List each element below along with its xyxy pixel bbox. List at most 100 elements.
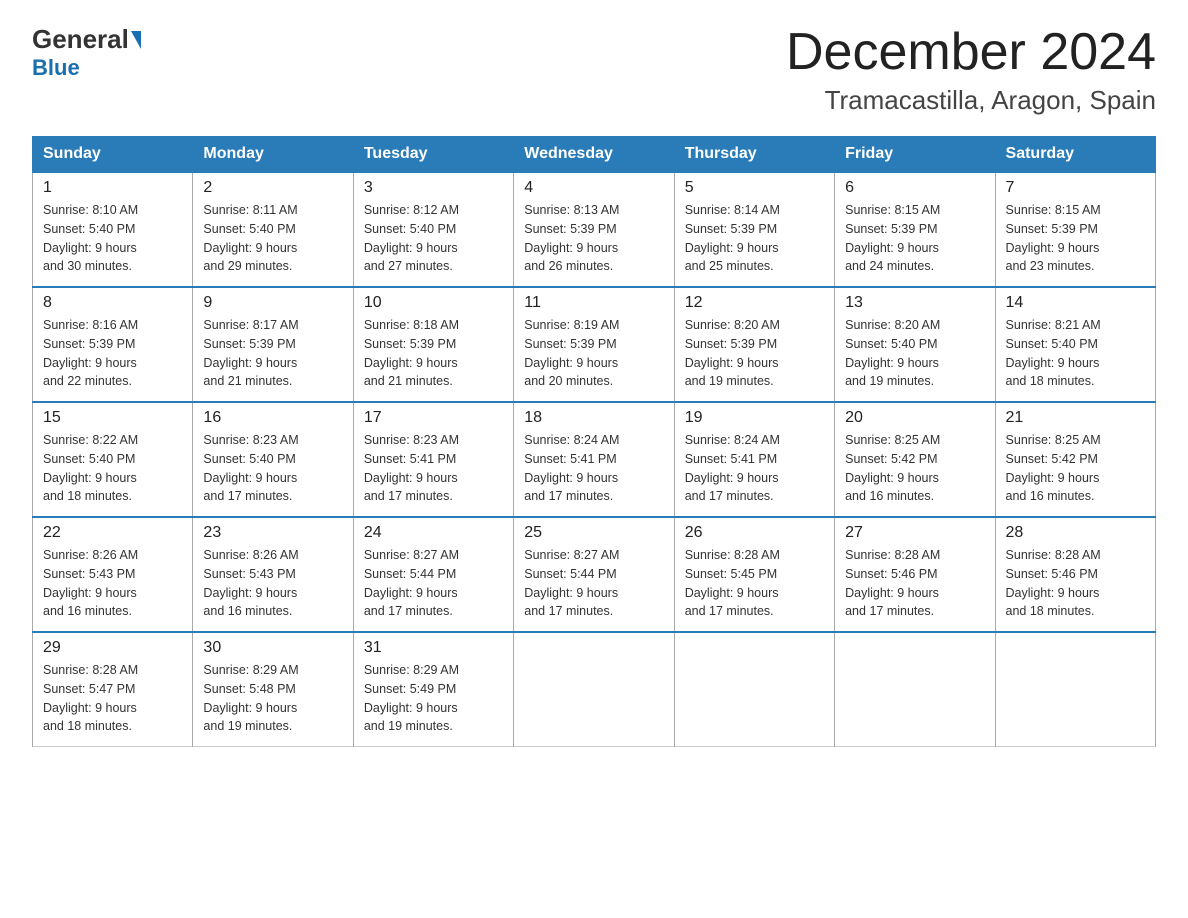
calendar-cell: 13 Sunrise: 8:20 AMSunset: 5:40 PMDayligh… xyxy=(835,287,995,402)
calendar-cell: 14Sunrise: 8:21 AMSunset: 5:40 PMDayligh… xyxy=(995,287,1155,402)
day-number: 13 xyxy=(845,294,984,312)
calendar-cell: 7 Sunrise: 8:15 AMSunset: 5:39 PMDaylight… xyxy=(995,172,1155,287)
day-info: Sunrise: 8:12 AMSunset: 5:40 PMDaylight:… xyxy=(364,201,503,276)
page-title: December 2024 xyxy=(786,24,1156,81)
calendar-week-row: 1Sunrise: 8:10 AMSunset: 5:40 PMDaylight… xyxy=(33,172,1156,287)
weekday-header-monday: Monday xyxy=(193,137,353,173)
calendar-cell: 21Sunrise: 8:25 AMSunset: 5:42 PMDayligh… xyxy=(995,402,1155,517)
day-info: Sunrise: 8:24 AMSunset: 5:41 PMDaylight:… xyxy=(685,431,824,506)
day-number: 19 xyxy=(685,409,824,427)
day-number: 30 xyxy=(203,639,342,657)
calendar-cell: 10 Sunrise: 8:18 AMSunset: 5:39 PMDayligh… xyxy=(353,287,513,402)
calendar-table: SundayMondayTuesdayWednesdayThursdayFrid… xyxy=(32,136,1156,747)
calendar-cell: 28Sunrise: 8:28 AMSunset: 5:46 PMDayligh… xyxy=(995,517,1155,632)
day-number: 29 xyxy=(43,639,182,657)
day-info: Sunrise: 8:29 AMSunset: 5:49 PMDaylight:… xyxy=(364,661,503,736)
weekday-header-wednesday: Wednesday xyxy=(514,137,674,173)
day-number: 16 xyxy=(203,409,342,427)
day-number: 31 xyxy=(364,639,503,657)
calendar-cell: 20 Sunrise: 8:25 AMSunset: 5:42 PMDayligh… xyxy=(835,402,995,517)
day-number: 26 xyxy=(685,524,824,542)
calendar-cell: 17 Sunrise: 8:23 AMSunset: 5:41 PMDayligh… xyxy=(353,402,513,517)
day-number: 6 xyxy=(845,179,984,197)
page-subtitle: Tramacastilla, Aragon, Spain xyxy=(786,85,1156,116)
page-header: General Blue December 2024 Tramacastilla… xyxy=(32,24,1156,116)
day-info: Sunrise: 8:14 AMSunset: 5:39 PMDaylight:… xyxy=(685,201,824,276)
weekday-header-saturday: Saturday xyxy=(995,137,1155,173)
day-number: 14 xyxy=(1006,294,1145,312)
day-number: 2 xyxy=(203,179,342,197)
day-number: 27 xyxy=(845,524,984,542)
day-info: Sunrise: 8:20 AMSunset: 5:40 PMDaylight:… xyxy=(845,316,984,391)
calendar-cell: 4 Sunrise: 8:13 AMSunset: 5:39 PMDaylight… xyxy=(514,172,674,287)
day-info: Sunrise: 8:26 AMSunset: 5:43 PMDaylight:… xyxy=(43,546,182,621)
day-info: Sunrise: 8:19 AMSunset: 5:39 PMDaylight:… xyxy=(524,316,663,391)
day-number: 11 xyxy=(524,294,663,312)
day-info: Sunrise: 8:17 AMSunset: 5:39 PMDaylight:… xyxy=(203,316,342,391)
calendar-cell xyxy=(674,632,834,747)
day-number: 22 xyxy=(43,524,182,542)
day-info: Sunrise: 8:18 AMSunset: 5:39 PMDaylight:… xyxy=(364,316,503,391)
day-info: Sunrise: 8:28 AMSunset: 5:45 PMDaylight:… xyxy=(685,546,824,621)
day-number: 4 xyxy=(524,179,663,197)
day-number: 15 xyxy=(43,409,182,427)
calendar-cell: 16 Sunrise: 8:23 AMSunset: 5:40 PMDayligh… xyxy=(193,402,353,517)
day-info: Sunrise: 8:24 AMSunset: 5:41 PMDaylight:… xyxy=(524,431,663,506)
weekday-header-sunday: Sunday xyxy=(33,137,193,173)
calendar-cell: 11 Sunrise: 8:19 AMSunset: 5:39 PMDayligh… xyxy=(514,287,674,402)
day-info: Sunrise: 8:13 AMSunset: 5:39 PMDaylight:… xyxy=(524,201,663,276)
calendar-cell: 19 Sunrise: 8:24 AMSunset: 5:41 PMDayligh… xyxy=(674,402,834,517)
calendar-cell: 23 Sunrise: 8:26 AMSunset: 5:43 PMDayligh… xyxy=(193,517,353,632)
weekday-header-friday: Friday xyxy=(835,137,995,173)
day-number: 7 xyxy=(1006,179,1145,197)
calendar-cell: 3 Sunrise: 8:12 AMSunset: 5:40 PMDaylight… xyxy=(353,172,513,287)
weekday-header-tuesday: Tuesday xyxy=(353,137,513,173)
day-info: Sunrise: 8:28 AMSunset: 5:47 PMDaylight:… xyxy=(43,661,182,736)
day-number: 23 xyxy=(203,524,342,542)
day-info: Sunrise: 8:16 AMSunset: 5:39 PMDaylight:… xyxy=(43,316,182,391)
calendar-week-row: 29 Sunrise: 8:28 AMSunset: 5:47 PMDayligh… xyxy=(33,632,1156,747)
day-number: 17 xyxy=(364,409,503,427)
day-number: 18 xyxy=(524,409,663,427)
day-info: Sunrise: 8:22 AMSunset: 5:40 PMDaylight:… xyxy=(43,431,182,506)
day-number: 8 xyxy=(43,294,182,312)
day-number: 9 xyxy=(203,294,342,312)
calendar-cell: 1Sunrise: 8:10 AMSunset: 5:40 PMDaylight… xyxy=(33,172,193,287)
day-number: 12 xyxy=(685,294,824,312)
logo: General Blue xyxy=(32,24,141,79)
calendar-cell: 27Sunrise: 8:28 AMSunset: 5:46 PMDayligh… xyxy=(835,517,995,632)
weekday-header-thursday: Thursday xyxy=(674,137,834,173)
day-info: Sunrise: 8:29 AMSunset: 5:48 PMDaylight:… xyxy=(203,661,342,736)
calendar-cell: 26 Sunrise: 8:28 AMSunset: 5:45 PMDayligh… xyxy=(674,517,834,632)
day-info: Sunrise: 8:23 AMSunset: 5:41 PMDaylight:… xyxy=(364,431,503,506)
calendar-cell: 6 Sunrise: 8:15 AMSunset: 5:39 PMDaylight… xyxy=(835,172,995,287)
calendar-cell: 31 Sunrise: 8:29 AMSunset: 5:49 PMDayligh… xyxy=(353,632,513,747)
day-info: Sunrise: 8:25 AMSunset: 5:42 PMDaylight:… xyxy=(845,431,984,506)
day-number: 20 xyxy=(845,409,984,427)
calendar-week-row: 15 Sunrise: 8:22 AMSunset: 5:40 PMDayligh… xyxy=(33,402,1156,517)
day-info: Sunrise: 8:23 AMSunset: 5:40 PMDaylight:… xyxy=(203,431,342,506)
day-number: 3 xyxy=(364,179,503,197)
day-info: Sunrise: 8:11 AMSunset: 5:40 PMDaylight:… xyxy=(203,201,342,276)
calendar-cell: 22 Sunrise: 8:26 AMSunset: 5:43 PMDayligh… xyxy=(33,517,193,632)
day-info: Sunrise: 8:28 AMSunset: 5:46 PMDaylight:… xyxy=(1006,546,1145,621)
day-info: Sunrise: 8:27 AMSunset: 5:44 PMDaylight:… xyxy=(364,546,503,621)
logo-triangle-icon xyxy=(131,31,141,49)
calendar-cell: 12Sunrise: 8:20 AMSunset: 5:39 PMDayligh… xyxy=(674,287,834,402)
calendar-cell: 18 Sunrise: 8:24 AMSunset: 5:41 PMDayligh… xyxy=(514,402,674,517)
calendar-cell xyxy=(514,632,674,747)
logo-blue-text: Blue xyxy=(32,57,80,79)
day-info: Sunrise: 8:15 AMSunset: 5:39 PMDaylight:… xyxy=(845,201,984,276)
calendar-cell: 25Sunrise: 8:27 AMSunset: 5:44 PMDayligh… xyxy=(514,517,674,632)
day-info: Sunrise: 8:26 AMSunset: 5:43 PMDaylight:… xyxy=(203,546,342,621)
calendar-cell: 29 Sunrise: 8:28 AMSunset: 5:47 PMDayligh… xyxy=(33,632,193,747)
calendar-cell: 30 Sunrise: 8:29 AMSunset: 5:48 PMDayligh… xyxy=(193,632,353,747)
title-block: December 2024 Tramacastilla, Aragon, Spa… xyxy=(786,24,1156,116)
calendar-week-row: 22 Sunrise: 8:26 AMSunset: 5:43 PMDayligh… xyxy=(33,517,1156,632)
day-info: Sunrise: 8:27 AMSunset: 5:44 PMDaylight:… xyxy=(524,546,663,621)
calendar-week-row: 8 Sunrise: 8:16 AMSunset: 5:39 PMDaylight… xyxy=(33,287,1156,402)
day-number: 10 xyxy=(364,294,503,312)
calendar-cell: 24Sunrise: 8:27 AMSunset: 5:44 PMDayligh… xyxy=(353,517,513,632)
calendar-cell xyxy=(835,632,995,747)
day-info: Sunrise: 8:15 AMSunset: 5:39 PMDaylight:… xyxy=(1006,201,1145,276)
